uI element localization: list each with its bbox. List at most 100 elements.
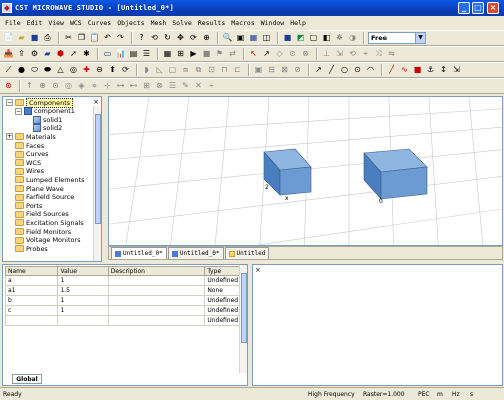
rotate-icon[interactable]: ⟲ xyxy=(149,33,160,44)
spin-icon[interactable]: ⟳ xyxy=(188,33,199,44)
parameter-scrollbar[interactable] xyxy=(239,265,247,373)
print-icon[interactable]: ⎙ xyxy=(42,33,53,44)
column-name[interactable]: Name xyxy=(4,266,59,276)
tree-scrollbar[interactable] xyxy=(93,106,101,261)
menu-macros[interactable]: Macros xyxy=(228,19,257,27)
tree-item[interactable]: Probes xyxy=(6,244,48,253)
table-row[interactable]: Undefined xyxy=(4,315,241,326)
pick-clear-icon[interactable]: ⊗ xyxy=(154,81,165,92)
elliptic-cylinder-icon[interactable]: ⬬ xyxy=(42,65,53,76)
pick-edit-icon[interactable]: ✎ xyxy=(180,81,191,92)
export-icon[interactable]: ⇪ xyxy=(16,49,27,60)
rotate-wcs-icon[interactable]: ⟲ xyxy=(347,49,358,60)
arc-icon[interactable]: ◠ xyxy=(365,65,376,76)
transparency-icon[interactable]: ◑ xyxy=(347,33,358,44)
fit-view-icon[interactable]: ▣ xyxy=(235,33,246,44)
cell-description[interactable] xyxy=(107,305,206,316)
scroll-thumb[interactable] xyxy=(95,114,101,224)
macro-icon[interactable]: ⊛ xyxy=(3,81,14,92)
zoom-window-icon[interactable]: 🔍 xyxy=(222,33,233,44)
rotate-view-icon[interactable]: ↻ xyxy=(162,33,173,44)
ellipse-icon[interactable]: ⊙ xyxy=(352,65,363,76)
tab-global[interactable]: Global xyxy=(12,374,42,384)
pick-point-on-edge-icon[interactable]: ⊶ xyxy=(115,81,126,92)
minimize-button[interactable]: _ xyxy=(458,2,470,14)
transform-icon[interactable]: ⤨ xyxy=(373,49,384,60)
pick-endpoint-icon[interactable]: ⋄ xyxy=(89,81,100,92)
pick-snap-icon[interactable]: ⌁ xyxy=(206,81,217,92)
split-icon[interactable]: ⊠ xyxy=(279,65,290,76)
cell-value[interactable]: 1.5 xyxy=(57,285,109,296)
parameter-sweep-icon[interactable]: ⇄ xyxy=(227,49,238,60)
cell-type[interactable]: Undefined xyxy=(204,305,241,316)
3d-viewport[interactable]: 2 x 0 xyxy=(108,96,503,246)
ruler-icon[interactable]: ↕ xyxy=(438,65,449,76)
close-button[interactable]: × xyxy=(487,2,499,14)
monitor-icon[interactable]: ▭ xyxy=(102,49,113,60)
insert-icon[interactable]: ⊡ xyxy=(206,65,217,76)
menu-mesh[interactable]: Mesh xyxy=(148,19,170,27)
open-folder-icon[interactable]: ▰ xyxy=(16,33,27,44)
local-wcs-icon[interactable]: ⌖ xyxy=(360,49,371,60)
cell-name[interactable]: a xyxy=(4,275,59,286)
intersect-icon[interactable]: ⊓ xyxy=(219,65,230,76)
table-row[interactable]: a 1 Undefined xyxy=(4,275,241,286)
trace-icon[interactable]: ╱ xyxy=(386,65,397,76)
close-icon[interactable]: × xyxy=(93,98,99,106)
line-icon[interactable]: ╱ xyxy=(326,65,337,76)
parameter-list[interactable]: Name Value Description Type a 1 Undefined a… xyxy=(2,264,248,386)
slice-icon[interactable]: ⊘ xyxy=(292,65,303,76)
properties-icon[interactable]: ⚙ xyxy=(29,49,40,60)
navigation-tree[interactable]: × − Components − component1 solid1 solid2 + Mat… xyxy=(2,96,102,262)
copy-icon[interactable]: ❐ xyxy=(76,33,87,44)
cell-type[interactable]: Undefined xyxy=(204,275,241,286)
boolean-add-icon[interactable]: ✚ xyxy=(81,65,92,76)
menu-wcs[interactable]: WCS xyxy=(67,19,85,27)
optimizer-icon[interactable]: ⚑ xyxy=(214,49,225,60)
cell-value[interactable]: 1 xyxy=(57,275,109,286)
maximize-button[interactable]: □ xyxy=(472,2,484,14)
anchor-icon[interactable]: ⚓ xyxy=(425,65,436,76)
wireframe-icon[interactable]: ◫ xyxy=(261,33,272,44)
cell-name[interactable]: b xyxy=(4,295,59,306)
menu-window[interactable]: Window xyxy=(258,19,287,27)
cell-type[interactable]: None xyxy=(204,285,241,296)
pick-solid-icon[interactable]: ⊕ xyxy=(37,81,48,92)
cell-description[interactable] xyxy=(107,275,206,286)
move-wcs-icon[interactable]: ⇲ xyxy=(334,49,345,60)
mesh-view-icon[interactable]: ▦ xyxy=(162,49,173,60)
snap-icon[interactable]: ⇲ xyxy=(451,65,462,76)
menu-file[interactable]: File xyxy=(2,19,24,27)
pick-midpoint-icon[interactable]: ⊙ xyxy=(50,81,61,92)
chamfer-icon[interactable]: ◺ xyxy=(154,65,165,76)
cell-value[interactable]: 1 xyxy=(57,305,109,316)
circle-icon[interactable]: ○ xyxy=(339,65,350,76)
sweep-icon[interactable]: ⧉ xyxy=(193,65,204,76)
probe-icon[interactable]: ✱ xyxy=(81,49,92,60)
boolean-subtract-icon[interactable]: ⊖ xyxy=(94,65,105,76)
loft-icon[interactable]: ⧈ xyxy=(180,65,191,76)
scroll-thumb[interactable] xyxy=(241,273,247,343)
expand-icon[interactable]: + xyxy=(6,133,13,141)
new-file-icon[interactable]: 📄 xyxy=(3,33,14,44)
imprint-icon[interactable]: ⊏ xyxy=(232,65,243,76)
view-mode-select[interactable]: Free ▼ xyxy=(368,32,426,44)
cell-description[interactable] xyxy=(107,295,206,306)
cell-name[interactable]: c xyxy=(4,305,59,316)
rotate-profile-icon[interactable]: ⟳ xyxy=(120,65,131,76)
torus-icon[interactable]: ◎ xyxy=(68,65,79,76)
cut-plane-icon[interactable]: ◩ xyxy=(295,33,306,44)
brick-icon[interactable]: ▰ xyxy=(42,49,53,60)
bounding-box-icon[interactable]: ▢ xyxy=(308,33,319,44)
log-icon[interactable]: ☰ xyxy=(141,49,152,60)
pick-circle-center-icon[interactable]: ◎ xyxy=(63,81,74,92)
table-row[interactable]: c 1 Undefined xyxy=(4,305,241,316)
column-value[interactable]: Value xyxy=(57,266,109,276)
zoom-icon[interactable]: ⊕ xyxy=(201,33,212,44)
mirror-icon[interactable]: ⇋ xyxy=(386,49,397,60)
chart-icon[interactable]: 📊 xyxy=(115,49,126,60)
table-row[interactable]: b 1 Undefined xyxy=(4,295,241,306)
clear-picks-icon[interactable]: ⊗ xyxy=(300,49,311,60)
cell-description[interactable] xyxy=(107,315,206,326)
align-icon[interactable]: ⊟ xyxy=(266,65,277,76)
